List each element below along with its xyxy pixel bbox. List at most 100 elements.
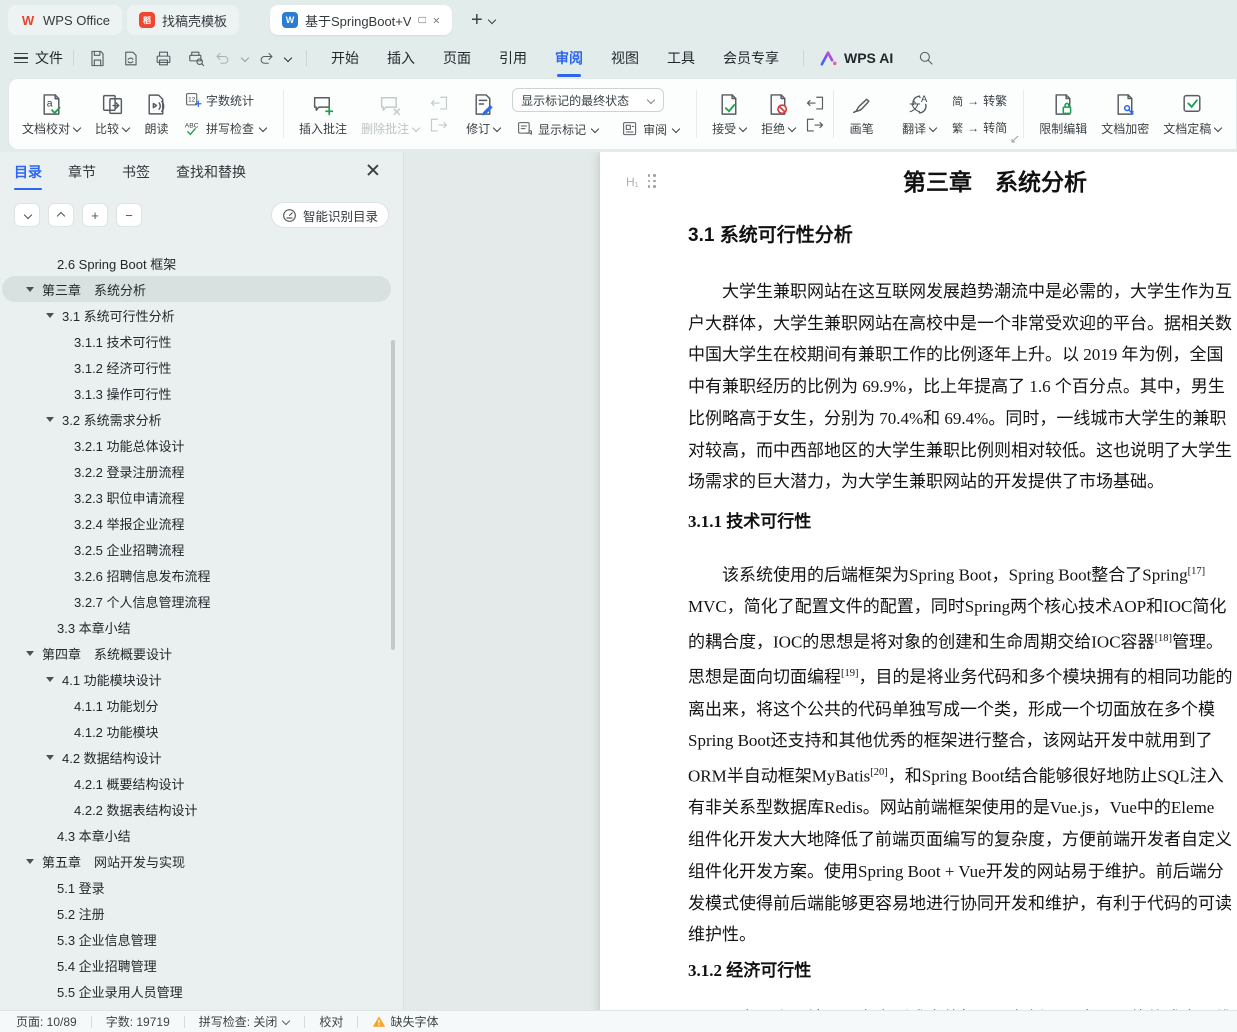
toc-item[interactable]: 2.6 Spring Boot 框架 <box>2 250 391 276</box>
toc-item[interactable]: 3.3 本章小结 <box>2 614 391 640</box>
redo-icon[interactable] <box>257 49 275 67</box>
collapse-arrow-icon[interactable] <box>26 286 34 292</box>
missing-font-warning[interactable]: 缺失字体 <box>372 1013 438 1030</box>
word-count-button[interactable]: 12 字数统计 <box>180 89 258 111</box>
track-changes-button[interactable]: 修订 <box>459 90 508 139</box>
compare-button[interactable]: 比较 <box>88 90 137 139</box>
spellcheck-indicator[interactable]: 拼写检查: 关闭 <box>199 1013 291 1030</box>
toc-item[interactable]: 5.4 企业招聘管理 <box>2 952 391 978</box>
collapse-arrow-icon[interactable] <box>46 312 54 318</box>
collapse-arrow-icon[interactable] <box>46 676 54 682</box>
toc-item[interactable]: 第三章 系统分析 <box>2 276 391 302</box>
tab-docer[interactable]: 稻 找稿壳模板 <box>126 5 239 35</box>
redo-chevron-icon[interactable] <box>283 54 292 63</box>
toc-item[interactable]: 4.2 数据结构设计 <box>2 744 391 770</box>
reject-revision-button[interactable]: 拒绝 <box>754 90 803 139</box>
proofread-button[interactable]: 校对 <box>319 1013 343 1030</box>
finalize-button[interactable]: 文档定稿 <box>1156 90 1229 139</box>
save-icon[interactable] <box>88 49 107 68</box>
export-pdf-icon[interactable] <box>121 49 140 68</box>
toc-item[interactable]: 第五章 网站开发与实现 <box>2 848 391 874</box>
previous-revision-icon[interactable] <box>805 95 825 112</box>
sidebar-tab[interactable]: 章节 <box>68 162 96 182</box>
file-menu-button[interactable]: 文件 <box>14 48 63 68</box>
wps-ai-button[interactable]: WPS AI <box>820 50 893 66</box>
toc-item[interactable]: 3.2.7 个人信息管理流程 <box>2 588 391 614</box>
document-page[interactable]: H₁ 第三章 系统分析 3.1 系统可行性分析 大学生兼职网站在这互联网发展趋势潮… <box>600 152 1237 1010</box>
markup-state-select[interactable]: 显示标记的最终状态 <box>512 88 665 112</box>
close-icon[interactable] <box>433 15 440 26</box>
show-markup-button[interactable]: 显示标记 <box>512 118 603 140</box>
toc-item[interactable]: 3.2.5 企业招聘流程 <box>2 536 391 562</box>
collapse-arrow-icon[interactable] <box>46 754 54 760</box>
toc-item[interactable]: 3.2.3 职位申请流程 <box>2 484 391 510</box>
collapse-arrow-icon[interactable] <box>26 650 34 656</box>
sidebar-tab[interactable]: 目录 <box>14 162 42 190</box>
toc-item[interactable]: 3.2.2 登录注册流程 <box>2 458 391 484</box>
zoom-in-toc-button[interactable]: + <box>82 203 108 227</box>
toc-item[interactable]: 5.1 登录 <box>2 874 391 900</box>
brush-button[interactable]: 画笔 <box>842 90 881 139</box>
new-tab-button[interactable]: + <box>471 9 483 32</box>
restrict-edit-button[interactable]: 限制编辑 <box>1032 90 1094 139</box>
toc-item[interactable]: 4.1.1 功能划分 <box>2 692 391 718</box>
tab-wps-home[interactable]: W WPS Office <box>8 5 122 35</box>
toc-item[interactable]: 3.1.1 技术可行性 <box>2 328 391 354</box>
accept-revision-button[interactable]: 接受 <box>705 90 754 139</box>
menu-item[interactable]: 会员专享 <box>723 48 779 68</box>
to-traditional-button[interactable]: 简 → 转繁 <box>948 90 1011 111</box>
toc-item[interactable]: 5.5 企业录用人员管理 <box>2 978 391 1004</box>
insert-comment-button[interactable]: 插入批注 <box>292 90 354 139</box>
sidebar-scrollbar[interactable] <box>391 340 395 650</box>
tab-list-chevron-icon[interactable] <box>487 16 496 25</box>
sidebar-close-icon[interactable] <box>365 162 381 178</box>
toc-item[interactable]: 3.2.6 招聘信息发布流程 <box>2 562 391 588</box>
toc-item[interactable]: 4.1.2 功能模块 <box>2 718 391 744</box>
toc-item[interactable]: 4.2.2 数据表结构设计 <box>2 796 391 822</box>
sidebar-tab[interactable]: 书签 <box>122 162 150 182</box>
toc-item[interactable]: 3.1.2 经济可行性 <box>2 354 391 380</box>
drag-handle-icon[interactable] <box>647 174 658 189</box>
menu-item[interactable]: 插入 <box>387 48 415 68</box>
read-aloud-button[interactable]: 朗读 <box>137 90 176 139</box>
toc-item[interactable]: 4.3 本章小结 <box>2 822 391 848</box>
page-indicator[interactable]: 页面: 10/89 <box>16 1013 77 1030</box>
toc-item[interactable]: 3.2.4 举报企业流程 <box>2 510 391 536</box>
menu-item[interactable]: 审阅 <box>555 48 583 77</box>
expand-all-button[interactable] <box>48 203 74 227</box>
menu-item[interactable]: 引用 <box>499 48 527 68</box>
toc-item[interactable]: 3.2.1 功能总体设计 <box>2 432 391 458</box>
menu-item[interactable]: 开始 <box>331 48 359 68</box>
toc-item[interactable]: 3.1 系统可行性分析 <box>2 302 391 328</box>
sidebar-tab[interactable]: 查找和替换 <box>176 162 246 182</box>
menu-item[interactable]: 工具 <box>667 48 695 68</box>
collapse-arrow-icon[interactable] <box>26 858 34 864</box>
toc-item[interactable]: 3.2 系统需求分析 <box>2 406 391 432</box>
toc-item[interactable]: 5.3 企业信息管理 <box>2 926 391 952</box>
toc-item[interactable]: 4.2.1 概要结构设计 <box>2 770 391 796</box>
doc-proof-button[interactable]: a 文档校对 <box>15 90 88 139</box>
tab-document[interactable]: W 基于SpringBoot+Vue的大学生 <box>269 5 452 35</box>
to-simplified-button[interactable]: 繁 → 转简 <box>948 117 1011 138</box>
zoom-out-toc-button[interactable]: − <box>116 203 142 227</box>
collapse-arrow-icon[interactable] <box>46 416 54 422</box>
menu-item[interactable]: 视图 <box>611 48 639 68</box>
toc-item[interactable]: 4.1 功能模块设计 <box>2 666 391 692</box>
translate-button[interactable]: 文A 翻译 <box>895 90 944 139</box>
print-icon[interactable] <box>154 49 173 68</box>
next-revision-icon[interactable] <box>805 117 825 134</box>
print-preview-icon[interactable] <box>187 49 206 68</box>
tab-preview-icon[interactable] <box>417 14 427 26</box>
review-pane-button[interactable]: 审阅 <box>617 118 684 140</box>
word-count-indicator[interactable]: 字数: 19719 <box>106 1013 170 1030</box>
menu-item[interactable]: 页面 <box>443 48 471 68</box>
group-expand-icon[interactable] <box>1011 135 1019 143</box>
collapse-all-button[interactable] <box>14 203 40 227</box>
toc-item[interactable]: 3.1.3 操作可行性 <box>2 380 391 406</box>
encrypt-button[interactable]: 文档加密 <box>1094 90 1156 139</box>
smart-toc-button[interactable]: 智能识别目录 <box>270 202 389 228</box>
toc-item[interactable]: 第四章 系统概要设计 <box>2 640 391 666</box>
search-icon[interactable] <box>917 49 935 67</box>
spell-check-button[interactable]: ABC 拼写检查 <box>180 117 271 139</box>
toc-item[interactable]: 5.2 注册 <box>2 900 391 926</box>
